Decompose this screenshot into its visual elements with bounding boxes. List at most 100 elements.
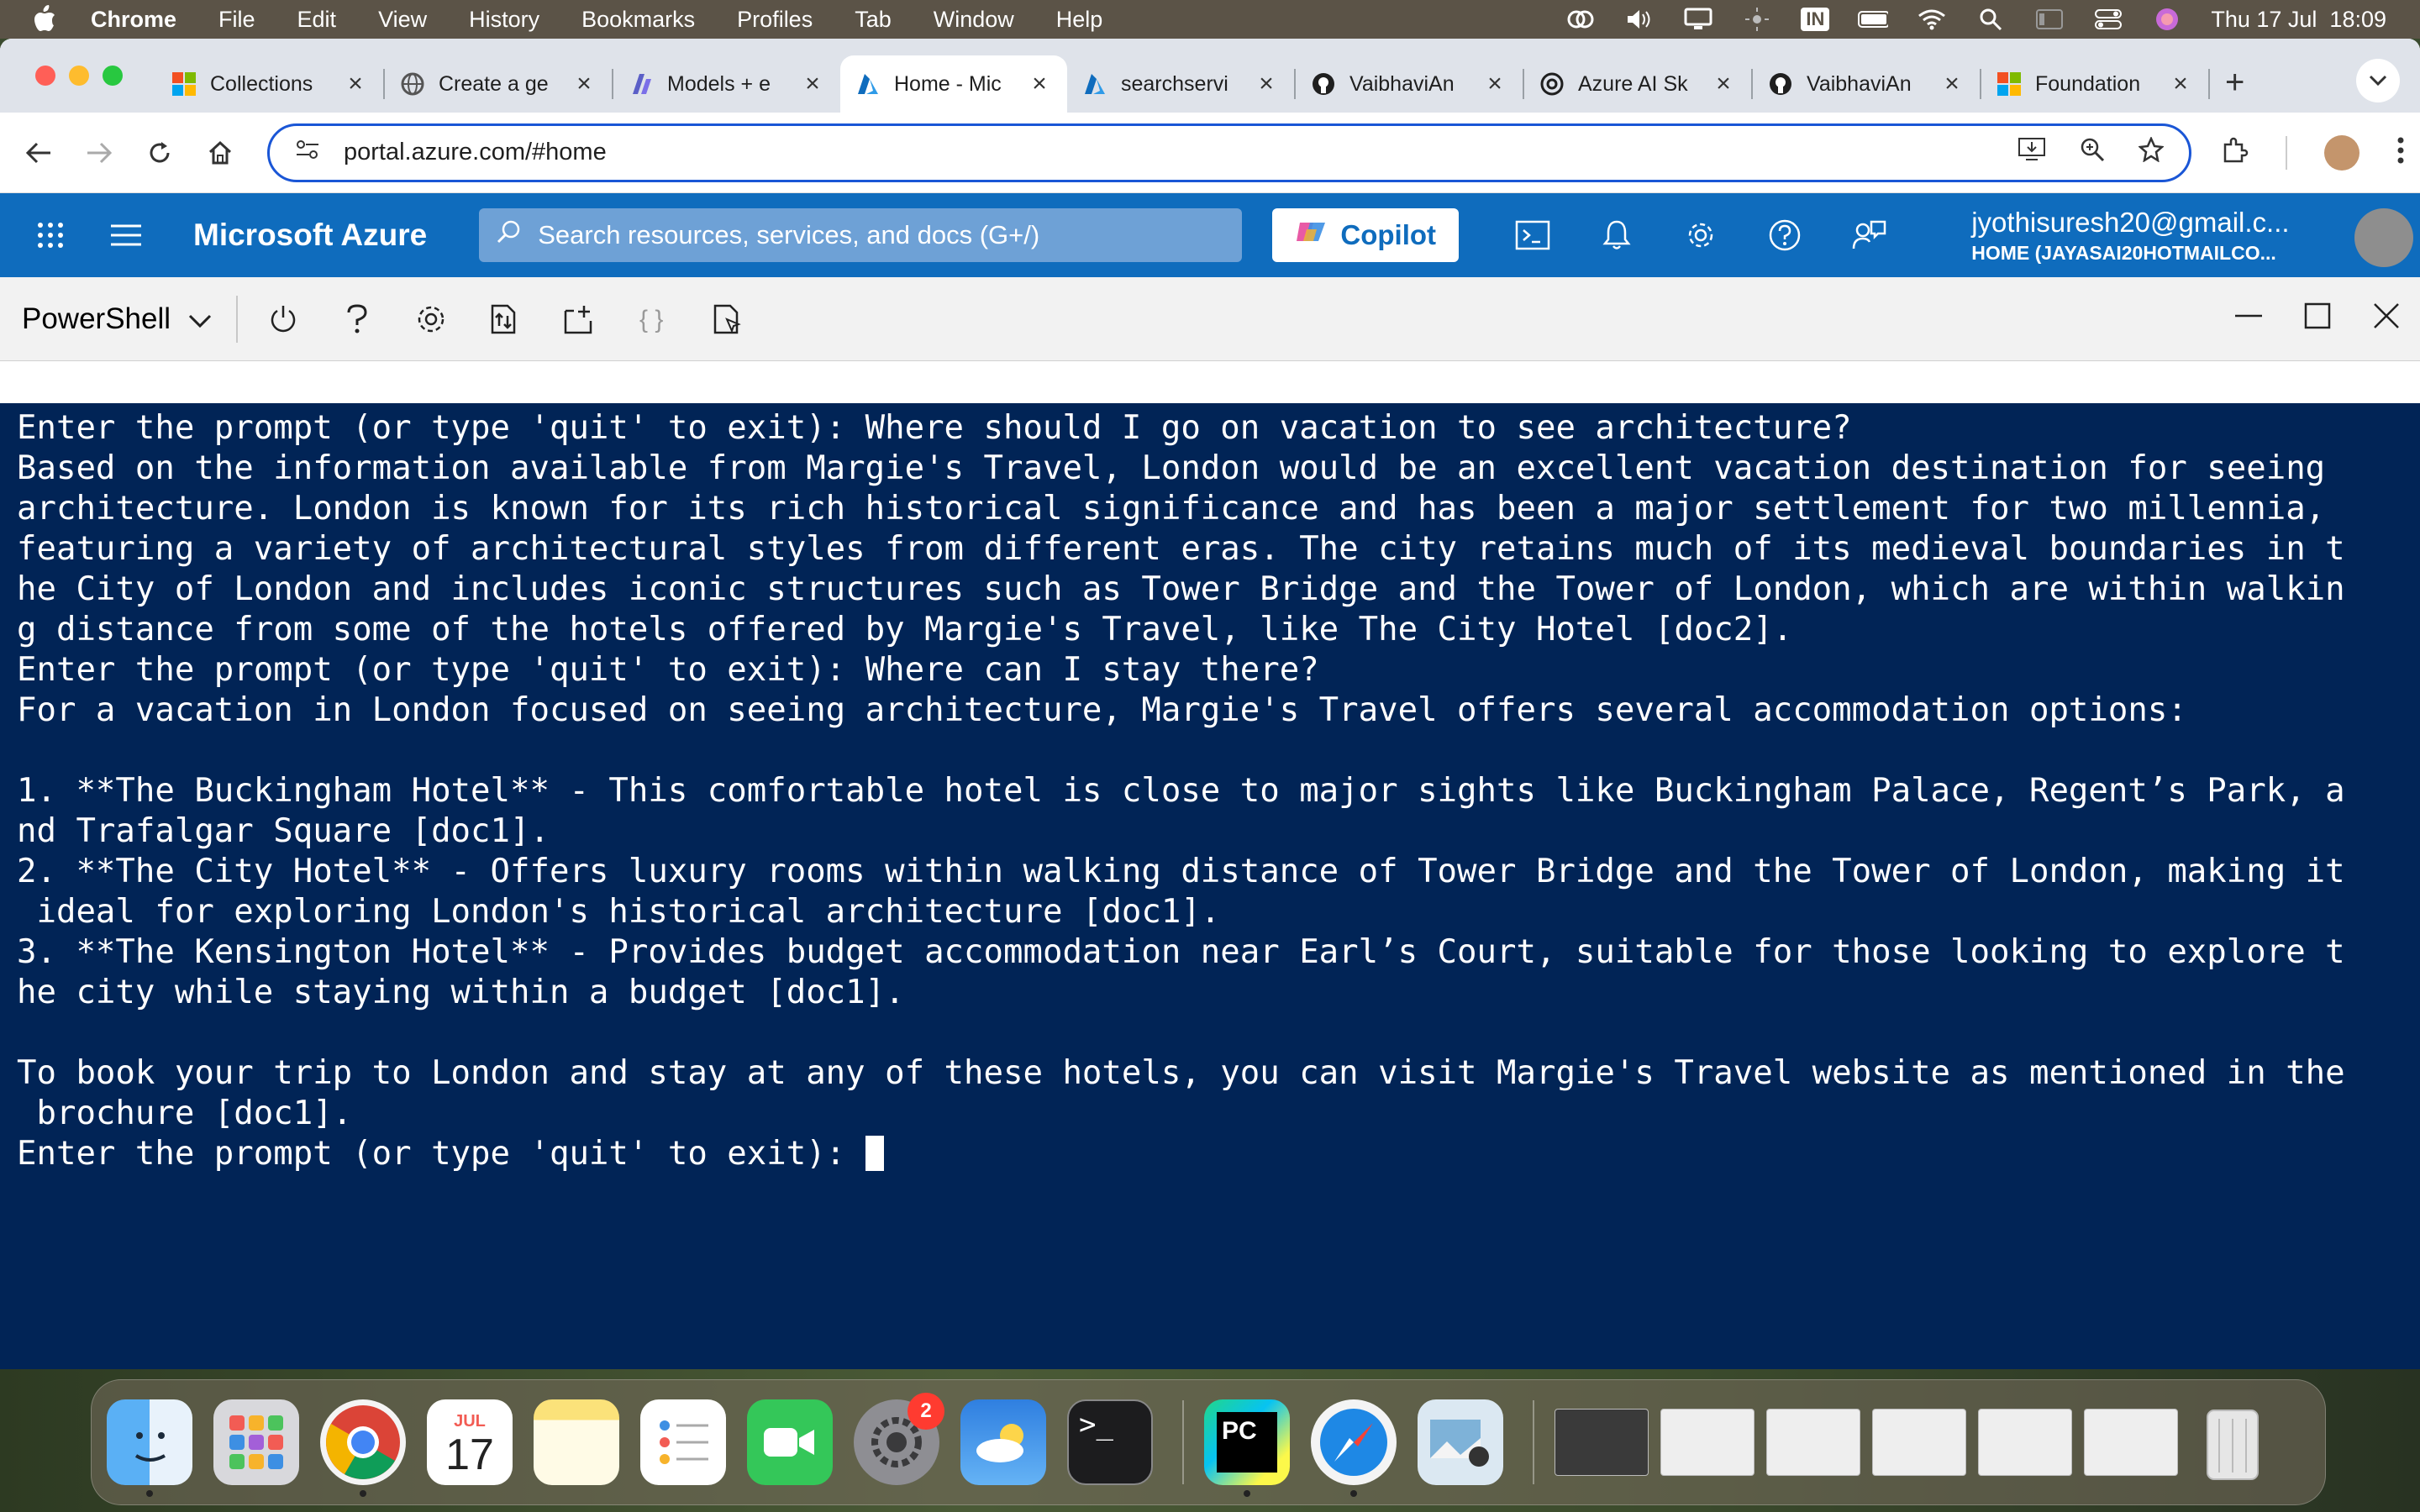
tab-close-icon[interactable]: ×	[1027, 70, 1052, 98]
cloud-shell-icon[interactable]	[1514, 217, 1551, 254]
shell-environment-select[interactable]: PowerShell	[22, 295, 239, 343]
restart-power-icon[interactable]	[265, 301, 302, 338]
menu-view[interactable]: View	[378, 7, 427, 33]
site-settings-icon[interactable]	[295, 139, 320, 167]
powershell-terminal[interactable]: Enter the prompt (or type 'quit' to exit…	[0, 403, 2420, 1369]
minimized-window-thumbnail[interactable]	[1766, 1409, 1860, 1476]
tab-close-icon[interactable]: ×	[2168, 70, 2193, 98]
help-question-icon[interactable]	[1766, 217, 1803, 254]
calendar-icon[interactable]: JUL 17	[427, 1399, 513, 1485]
tab-close-icon[interactable]: ×	[800, 70, 825, 98]
minimize-panel-icon[interactable]	[2233, 301, 2264, 331]
close-panel-icon[interactable]	[2371, 301, 2402, 331]
url-text[interactable]: portal.azure.com/#home	[344, 139, 2018, 166]
weather-icon[interactable]	[960, 1399, 1046, 1485]
back-arrow-icon[interactable]	[20, 134, 57, 171]
address-bar[interactable]: portal.azure.com/#home	[267, 123, 2191, 182]
chrome-profile-avatar[interactable]	[2324, 134, 2360, 171]
menu-app-name[interactable]: Chrome	[91, 7, 176, 33]
trash-icon[interactable]	[2190, 1399, 2275, 1485]
facetime-icon[interactable]	[747, 1399, 833, 1485]
menu-help[interactable]: Help	[1056, 7, 1103, 33]
apple-menu-icon[interactable]	[32, 5, 62, 34]
portal-menu-hamburger-icon[interactable]	[101, 223, 151, 247]
tab-close-icon[interactable]: ×	[1711, 70, 1736, 98]
tab-close-icon[interactable]: ×	[1254, 70, 1279, 98]
azure-global-search[interactable]: Search resources, services, and docs (G+…	[479, 208, 1243, 262]
input-source-badge[interactable]: IN	[1801, 8, 1830, 31]
creative-cloud-icon[interactable]	[1565, 8, 1596, 31]
account-avatar[interactable]	[2354, 208, 2413, 267]
preview-icon[interactable]	[1418, 1399, 1503, 1485]
tab-foundation[interactable]: Foundation ×	[1981, 55, 2208, 113]
app-launcher-waffle-icon[interactable]	[0, 221, 101, 249]
menubar-clock[interactable]: Thu 17 Jul 18:09	[2211, 7, 2386, 33]
siri-icon[interactable]	[2152, 8, 2182, 31]
menu-profiles[interactable]: Profiles	[737, 7, 813, 33]
extensions-puzzle-icon[interactable]	[2220, 136, 2249, 169]
editor-braces-icon[interactable]: { }	[634, 301, 671, 338]
forward-arrow-icon[interactable]	[81, 134, 118, 171]
upload-download-files-icon[interactable]	[487, 301, 523, 338]
zoom-window-button[interactable]	[103, 66, 123, 86]
tab-close-icon[interactable]: ×	[571, 70, 597, 98]
tab-searchservice[interactable]: searchservi ×	[1067, 55, 1294, 113]
stage-manager-icon[interactable]	[2034, 8, 2065, 31]
copilot-button[interactable]: Copilot	[1272, 208, 1460, 262]
azure-brand-title[interactable]: Microsoft Azure	[193, 218, 427, 253]
tab-github-vaibhavi-1[interactable]: VaibhaviAn ×	[1296, 55, 1523, 113]
close-window-button[interactable]	[35, 66, 55, 86]
settings-gear-icon[interactable]	[1682, 217, 1719, 254]
minimized-window-thumbnail[interactable]	[1660, 1409, 1754, 1476]
menu-file[interactable]: File	[218, 7, 255, 33]
home-icon[interactable]	[202, 134, 239, 171]
menu-tab[interactable]: Tab	[855, 7, 892, 33]
new-session-icon[interactable]	[560, 301, 597, 338]
spotlight-search-icon[interactable]	[1975, 8, 2006, 31]
tab-close-icon[interactable]: ×	[1482, 70, 1507, 98]
terminal-app-icon[interactable]: >_	[1067, 1399, 1153, 1485]
menu-bookmarks[interactable]: Bookmarks	[581, 7, 695, 33]
feedback-icon[interactable]	[1850, 217, 1887, 254]
menu-edit[interactable]: Edit	[297, 7, 337, 33]
reminders-icon[interactable]	[640, 1399, 726, 1485]
tab-search-chevron-icon[interactable]	[2356, 59, 2400, 102]
account-info[interactable]: jyothisuresh20@gmail.c... HOME (JAYASAI2…	[1971, 207, 2289, 265]
tab-close-icon[interactable]: ×	[1939, 70, 1965, 98]
menu-window[interactable]: Window	[934, 7, 1014, 33]
volume-icon[interactable]	[1624, 8, 1655, 31]
pycharm-icon[interactable]: PC	[1204, 1399, 1290, 1497]
battery-icon[interactable]	[1858, 8, 1889, 31]
notifications-bell-icon[interactable]	[1598, 217, 1635, 254]
chrome-menu-kebab-icon[interactable]	[2396, 136, 2405, 169]
tab-github-vaibhavi-2[interactable]: VaibhaviAn ×	[1753, 55, 1980, 113]
tab-collections[interactable]: Collections ×	[156, 55, 383, 113]
chrome-app-icon[interactable]	[320, 1399, 406, 1497]
launchpad-icon[interactable]	[213, 1399, 299, 1485]
bookmark-star-icon[interactable]	[2138, 135, 2165, 169]
terminal-prompt-line[interactable]: Enter the prompt (or type 'quit' to exit…	[17, 1134, 2403, 1174]
minimize-window-button[interactable]	[69, 66, 89, 86]
minimized-window-thumbnail[interactable]	[1978, 1409, 2072, 1476]
reload-icon[interactable]	[141, 134, 178, 171]
display-icon[interactable]	[1683, 8, 1713, 31]
tab-close-icon[interactable]: ×	[343, 70, 368, 98]
settings-gear-icon[interactable]	[413, 301, 450, 338]
minimized-window-thumbnail[interactable]	[2084, 1409, 2178, 1476]
minimized-window-thumbnail[interactable]	[1555, 1409, 1649, 1476]
wifi-icon[interactable]	[1917, 8, 1947, 31]
system-settings-icon[interactable]: 2	[854, 1393, 944, 1485]
help-question-icon[interactable]	[339, 301, 376, 338]
safari-icon[interactable]	[1311, 1399, 1397, 1497]
install-app-icon[interactable]	[2018, 137, 2046, 169]
web-preview-icon[interactable]	[708, 301, 745, 338]
tab-azure-ai-skills[interactable]: Azure AI Sk ×	[1524, 55, 1751, 113]
minimized-window-thumbnail[interactable]	[1872, 1409, 1966, 1476]
brightness-icon[interactable]	[1742, 8, 1772, 31]
maximize-panel-icon[interactable]	[2302, 301, 2333, 331]
tab-create-a-ge[interactable]: Create a ge ×	[385, 55, 612, 113]
new-tab-plus-icon[interactable]: +	[2225, 64, 2244, 102]
tab-models[interactable]: Models + e ×	[613, 55, 840, 113]
finder-icon[interactable]	[107, 1399, 192, 1497]
zoom-icon[interactable]	[2080, 137, 2105, 169]
